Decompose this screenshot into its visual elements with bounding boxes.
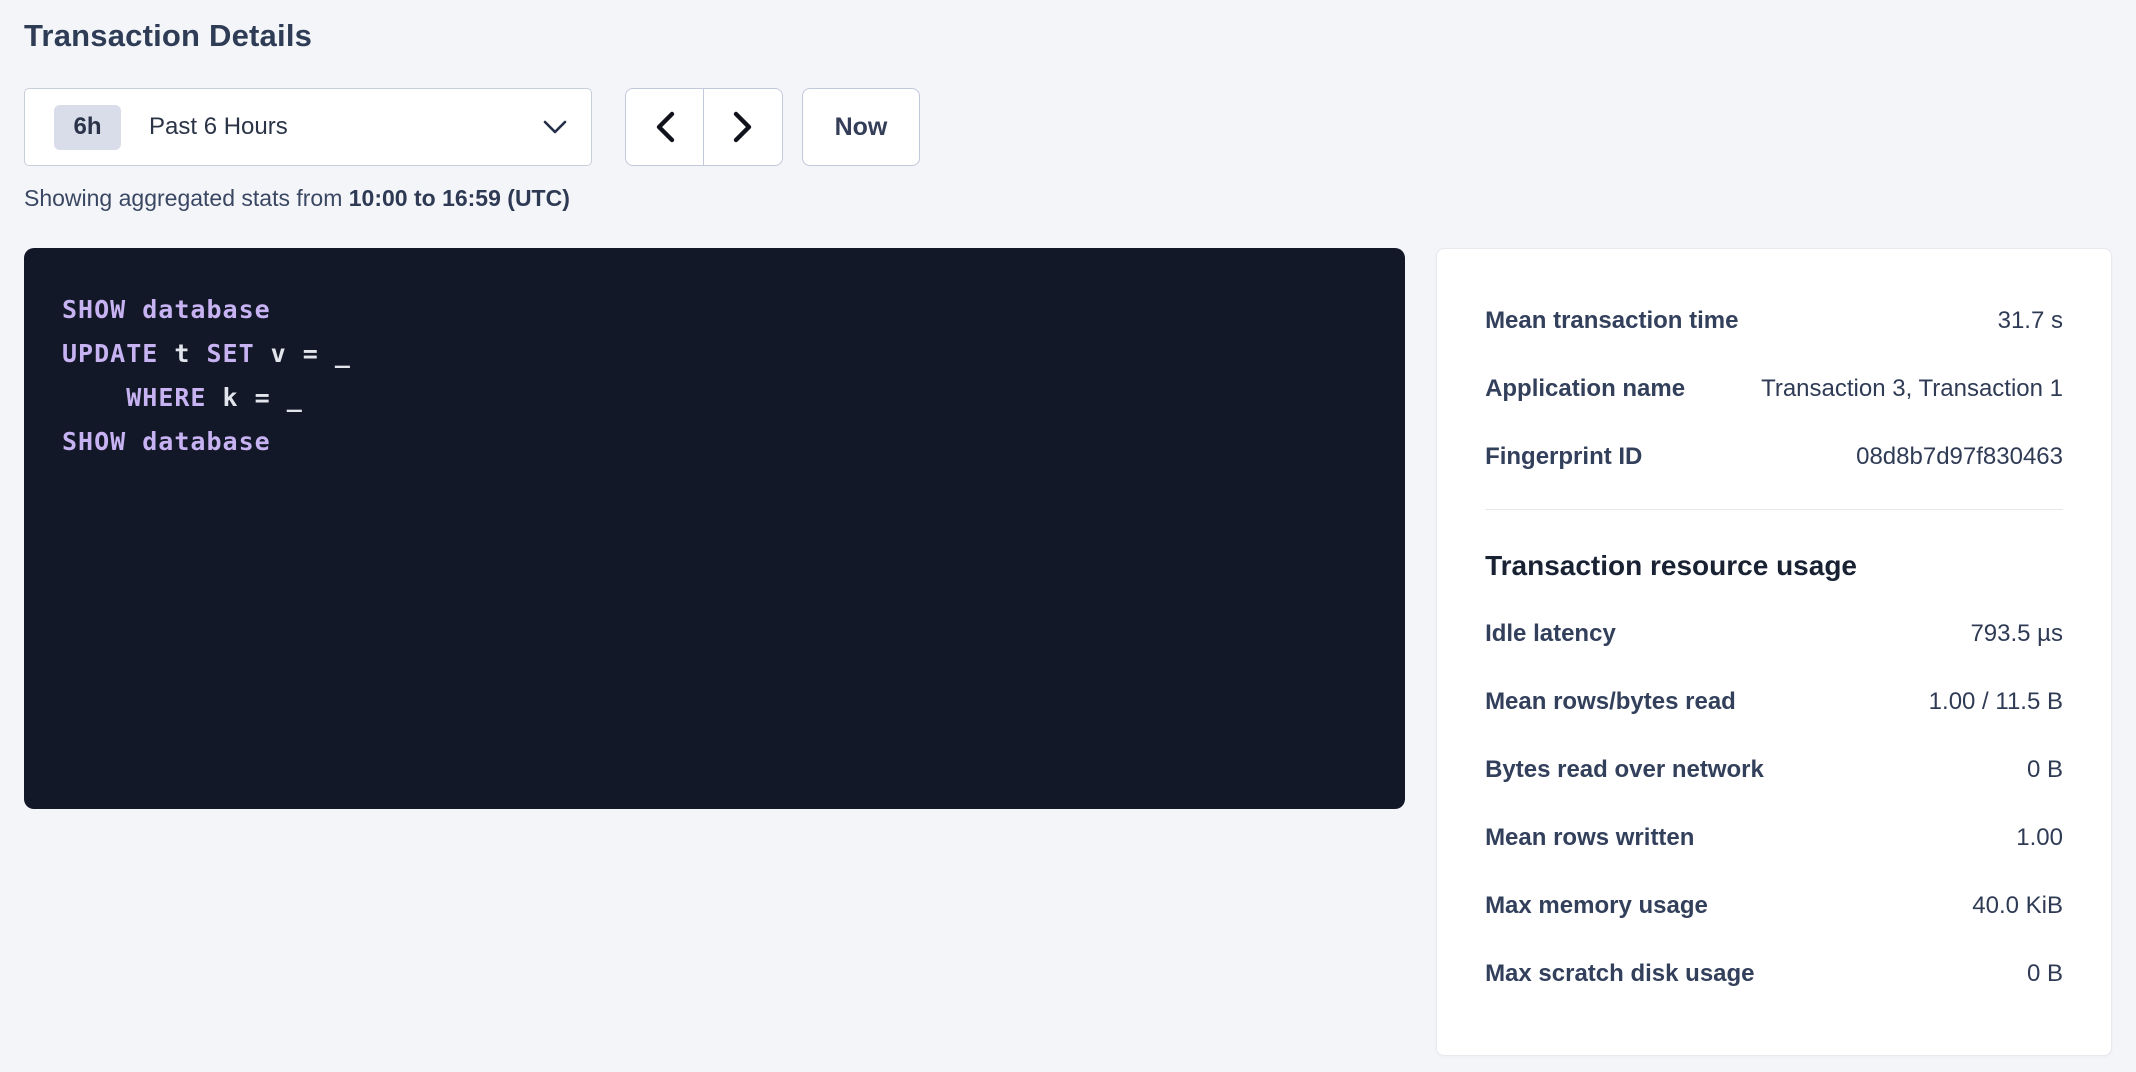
stat-row-max-memory-usage: Max memory usage 40.0 KiB (1485, 872, 2063, 940)
stat-row-max-scratch-disk-usage: Max scratch disk usage 0 B (1485, 940, 2063, 1008)
sql-statement-box: SHOW database UPDATE t SET v = _ WHERE k… (24, 248, 1405, 809)
sql-line: SHOW database (62, 420, 1367, 464)
sql-token: SHOW database (62, 427, 271, 456)
chevron-left-icon (654, 111, 676, 143)
resource-usage-heading: Transaction resource usage (1485, 546, 2063, 586)
stat-label: Application name (1485, 375, 1685, 403)
sql-line: WHERE k = _ (62, 376, 1367, 420)
stat-label: Mean transaction time (1485, 307, 1738, 335)
sql-token: SET (206, 339, 254, 368)
time-step-button-group (625, 88, 783, 166)
stat-row-idle-latency: Idle latency 793.5 µs (1485, 600, 2063, 668)
chevron-down-icon (543, 120, 567, 135)
transaction-stats-card: Mean transaction time 31.7 s Application… (1436, 248, 2112, 1056)
stat-value: Transaction 3, Transaction 1 (1761, 375, 2063, 403)
main-content: SHOW database UPDATE t SET v = _ WHERE k… (24, 248, 2112, 1056)
sql-token: v = _ (255, 339, 351, 368)
stat-value: 31.7 s (1998, 307, 2063, 335)
stat-label: Mean rows written (1485, 824, 1694, 852)
time-toolbar: 6h Past 6 Hours Now (24, 88, 2112, 166)
stat-value: 08d8b7d97f830463 (1856, 443, 2063, 471)
transaction-details-page: Transaction Details 6h Past 6 Hours Now … (0, 0, 2136, 1056)
now-button[interactable]: Now (802, 88, 920, 166)
page-title: Transaction Details (24, 14, 2112, 58)
aggregation-range-text: Showing aggregated stats from 10:00 to 1… (24, 183, 2112, 213)
sql-token: SHOW database (62, 295, 271, 324)
chevron-right-icon (732, 111, 754, 143)
stat-value: 1.00 (2016, 824, 2063, 852)
sql-token (62, 383, 126, 412)
stat-row-bytes-read-over-network: Bytes read over network 0 B (1485, 736, 2063, 804)
time-range-badge: 6h (54, 105, 121, 150)
stat-value: 40.0 KiB (1972, 892, 2063, 920)
stat-label: Max scratch disk usage (1485, 960, 1754, 988)
stat-value: 1.00 / 11.5 B (1929, 688, 2063, 716)
stat-row-mean-rows-written: Mean rows written 1.00 (1485, 804, 2063, 872)
stat-value: 793.5 µs (1970, 620, 2063, 648)
card-divider (1485, 509, 2063, 510)
aggregation-range-prefix: Showing aggregated stats from (24, 185, 349, 211)
time-range-dropdown[interactable]: 6h Past 6 Hours (24, 88, 592, 166)
sql-token: UPDATE (62, 339, 158, 368)
stat-row-mean-transaction-time: Mean transaction time 31.7 s (1485, 287, 2063, 355)
next-time-button[interactable] (704, 88, 783, 166)
stat-value: 0 B (2027, 960, 2063, 988)
sql-line: SHOW database (62, 288, 1367, 332)
stat-label: Idle latency (1485, 620, 1616, 648)
stat-label: Bytes read over network (1485, 756, 1764, 784)
stat-label: Fingerprint ID (1485, 443, 1642, 471)
sql-token: k = _ (206, 383, 302, 412)
sql-token: t (158, 339, 206, 368)
time-range-label: Past 6 Hours (149, 113, 543, 141)
stat-value: 0 B (2027, 756, 2063, 784)
sql-token: WHERE (126, 383, 206, 412)
stat-row-mean-rows-bytes-read: Mean rows/bytes read 1.00 / 11.5 B (1485, 668, 2063, 736)
stat-row-fingerprint-id: Fingerprint ID 08d8b7d97f830463 (1485, 423, 2063, 491)
stat-label: Mean rows/bytes read (1485, 688, 1736, 716)
stat-label: Max memory usage (1485, 892, 1708, 920)
stat-row-application-name: Application name Transaction 3, Transact… (1485, 355, 2063, 423)
aggregation-range-value: 10:00 to 16:59 (UTC) (349, 185, 570, 211)
sql-line: UPDATE t SET v = _ (62, 332, 1367, 376)
previous-time-button[interactable] (625, 88, 704, 166)
